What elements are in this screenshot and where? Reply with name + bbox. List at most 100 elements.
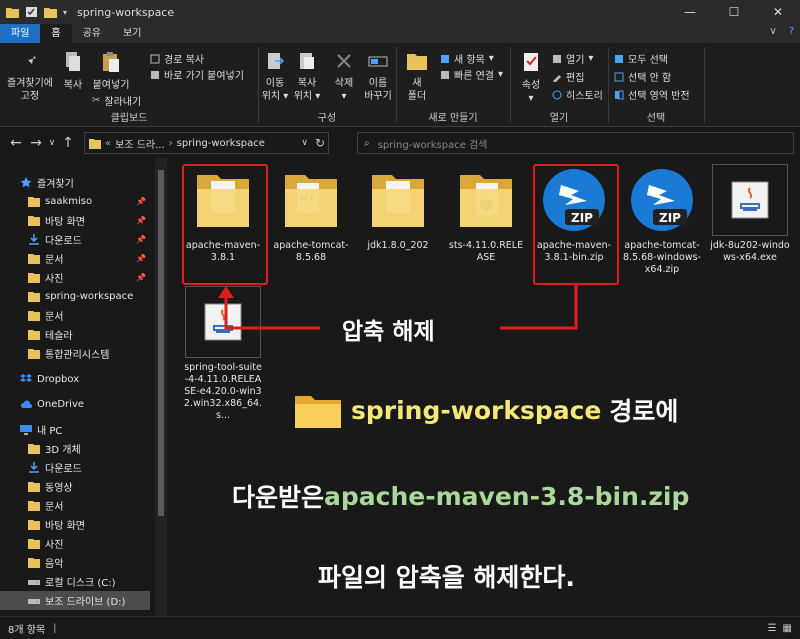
refresh-icon[interactable]: ∨	[301, 138, 308, 148]
sidebar-item[interactable]: 바탕 화면	[0, 515, 150, 534]
edit-button[interactable]: 편집	[552, 69, 584, 84]
sidebar-item[interactable]: 음악	[0, 553, 150, 572]
collapse-ribbon-icon[interactable]: ∨	[769, 26, 776, 37]
paste-button[interactable]: 붙여넣기	[90, 51, 132, 92]
sidebar-item[interactable]: 통합관리시스템	[0, 344, 150, 363]
maximize-icon[interactable]: ☐	[712, 0, 756, 24]
sidebar-item-label: 문서	[45, 312, 64, 323]
file-item[interactable]: jdk-8u202-windows-x64.exe	[710, 164, 790, 264]
back-arrow-icon[interactable]: ←	[6, 135, 26, 151]
easy-access-button[interactable]: 빠른 연결 ▾	[440, 67, 503, 82]
sidebar-item[interactable]: 보조 드라이브 (D:)	[0, 591, 150, 610]
sidebar-item[interactable]: 동영상	[0, 477, 150, 496]
sidebar-item[interactable]: 다운로드 📌	[0, 230, 150, 249]
sidebar-item[interactable]: Dropbox	[0, 370, 150, 389]
sidebar-item-label: 바탕 화면	[45, 521, 85, 532]
new-folder-icon[interactable]	[44, 6, 57, 18]
search-input[interactable]: ⌕ spring-workspace 검색	[357, 132, 794, 154]
paste-icon	[103, 52, 119, 72]
folder-icon: M↓	[271, 164, 351, 236]
tab-file[interactable]: 파일	[0, 24, 41, 43]
help-icon[interactable]: ?	[789, 26, 794, 37]
file-name: jdk-8u202-windows-x64.exe	[710, 240, 790, 263]
checkmark-icon[interactable]	[25, 6, 38, 18]
cut-button[interactable]: ✂ 잘라내기	[92, 93, 141, 108]
sidebar-item[interactable]: 로컬 디스크 (C:)	[0, 572, 150, 591]
copy-button[interactable]: 복사	[58, 51, 88, 92]
folder-icon	[28, 273, 40, 283]
pin-icon: 📌	[136, 254, 146, 263]
sidebar-item[interactable]: saakmiso 📌	[0, 192, 150, 211]
sidebar-item[interactable]: 테슬라	[0, 325, 150, 344]
up-arrow-icon[interactable]: ↑	[58, 135, 78, 151]
paste-shortcut-button[interactable]: 바로 가기 붙여넣기	[150, 67, 244, 82]
sidebar-item[interactable]: 3D 개체	[0, 439, 150, 458]
search-icon: ⌕	[364, 137, 370, 149]
sidebar-item[interactable]: 다운로드	[0, 458, 150, 477]
tab-share[interactable]: 공유	[72, 24, 112, 43]
minimize-icon[interactable]: —	[668, 0, 712, 24]
tab-view[interactable]: 보기	[112, 24, 152, 43]
folder-icon	[28, 558, 40, 568]
file-item[interactable]: spring-tool-suite-4-4.11.0.RELEASE-e4.20…	[183, 286, 263, 422]
sidebar-item-label: 다운로드	[45, 464, 82, 475]
history-button[interactable]: 히스토리	[552, 87, 603, 102]
rename-button[interactable]: 이름 바꾸기	[362, 51, 394, 103]
drive-icon	[28, 599, 40, 604]
sidebar-item[interactable]: 문서	[0, 496, 150, 515]
chevron-down-icon[interactable]: ▾	[63, 8, 67, 17]
scrollbar[interactable]	[155, 158, 167, 616]
copy-icon	[66, 52, 80, 71]
pin-icon: 📌	[136, 273, 146, 282]
sidebar-item[interactable]: OneDrive	[0, 395, 150, 414]
copy-to-button[interactable]: 복사 위치 ▾	[292, 51, 322, 103]
sidebar-item[interactable]: spring-workspace	[0, 287, 150, 306]
folder-icon	[358, 164, 438, 236]
sidebar-item-label: 사진	[45, 540, 64, 551]
folder-icon	[28, 539, 40, 549]
breadcrumb-current[interactable]: spring-workspace	[177, 138, 265, 149]
sidebar-item[interactable]: 사진 📌	[0, 268, 150, 287]
large-icons-view-icon[interactable]: ▦	[783, 623, 792, 634]
forward-arrow-icon[interactable]: →	[26, 135, 46, 151]
copy-path-button[interactable]: 경로 복사	[150, 51, 204, 66]
sidebar-item[interactable]: 즐겨찾기	[0, 173, 150, 192]
new-item-button[interactable]: 새 항목 ▾	[440, 51, 494, 66]
filename-highlight: apache-maven-3.8-bin.zip	[324, 481, 690, 511]
highlight-box-folder	[182, 164, 268, 285]
address-bar[interactable]: « 보조 드라... › spring-workspace ∨ ↻	[84, 132, 329, 154]
breadcrumb-drive[interactable]: 보조 드라...	[115, 136, 165, 151]
sidebar-item[interactable]: 사진	[0, 534, 150, 553]
scrollbar-thumb[interactable]	[158, 170, 164, 516]
pin-to-quick-access-button[interactable]: 즐겨찾기에 고정	[4, 51, 56, 103]
file-item[interactable]: jdk1.8.0_202	[358, 164, 438, 252]
folder-icon	[28, 311, 40, 321]
folder-icon	[28, 501, 40, 511]
select-none-button[interactable]: 선택 안 함	[614, 69, 671, 84]
file-item[interactable]: sts-4.11.0.RELEASE	[446, 164, 526, 264]
clipboard-group: 즐겨찾기에 고정 복사 붙여넣기 경로 복사 바로 가기 붙여넣기 ✂ 잘라내기 …	[0, 43, 258, 127]
folder-icon	[28, 292, 40, 302]
sidebar-item[interactable]: 바탕 화면 📌	[0, 211, 150, 230]
open-button[interactable]: 열기 ▾	[552, 51, 593, 66]
pin-icon: 📌	[136, 235, 146, 244]
sidebar-item[interactable]: 문서 📌	[0, 249, 150, 268]
new-folder-button[interactable]: 새 폴더	[402, 51, 432, 103]
properties-button[interactable]: 속성 ▾	[514, 51, 548, 105]
file-item[interactable]: M↓ apache-tomcat-8.5.68	[271, 164, 351, 264]
invert-selection-button[interactable]: 선택 영역 반전	[614, 87, 690, 102]
details-view-icon[interactable]: ☰	[768, 623, 777, 634]
sidebar-item[interactable]: 내 PC	[0, 420, 150, 439]
file-item[interactable]: ZIP apache-tomcat-8.5.68-windows-x64.zip	[622, 164, 702, 276]
close-icon[interactable]: ✕	[756, 0, 800, 24]
move-to-button[interactable]: 이동 위치 ▾	[260, 51, 290, 103]
sidebar-item-label: 즐겨찾기	[37, 179, 74, 190]
history-icon	[552, 90, 562, 99]
item-count: 8개 항목	[8, 624, 46, 636]
tab-home[interactable]: 홈	[40, 24, 72, 43]
refresh-icon[interactable]: ↻	[315, 136, 325, 150]
delete-button[interactable]: 삭제 ▾	[330, 51, 358, 103]
select-all-button[interactable]: 모두 선택	[614, 51, 668, 66]
chevron-down-icon[interactable]: ∨	[46, 138, 58, 148]
sidebar-item[interactable]: 문서	[0, 306, 150, 325]
